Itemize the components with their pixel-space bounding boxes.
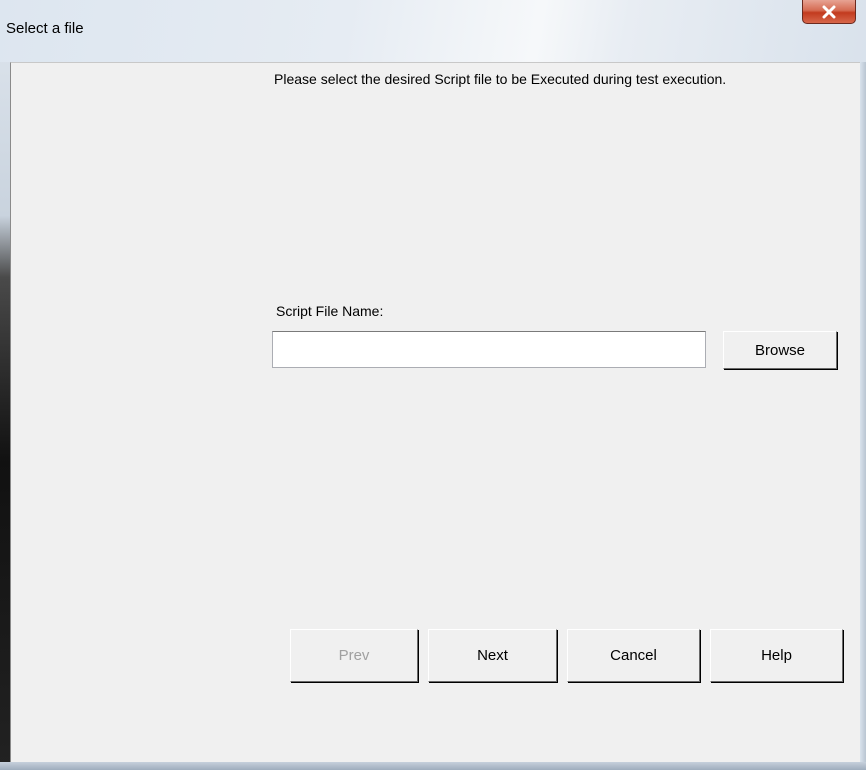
browse-button[interactable]: Browse — [723, 331, 837, 369]
close-icon — [821, 5, 837, 19]
window-title: Select a file — [6, 20, 84, 37]
window-frame-bottom — [0, 762, 866, 770]
script-file-name-input[interactable] — [272, 331, 706, 368]
help-button[interactable]: Help — [710, 629, 843, 682]
title-bar[interactable]: Select a file — [0, 0, 866, 62]
instructions-text: Please select the desired Script file to… — [274, 71, 727, 87]
close-button[interactable] — [802, 0, 856, 24]
prev-button[interactable]: Prev — [290, 629, 418, 682]
window-frame-right — [860, 62, 866, 770]
script-file-name-label: Script File Name: — [276, 303, 384, 319]
select-file-dialog: Select a file Please select the desired … — [0, 0, 866, 770]
cancel-button[interactable]: Cancel — [567, 629, 700, 682]
next-button[interactable]: Next — [428, 629, 557, 682]
